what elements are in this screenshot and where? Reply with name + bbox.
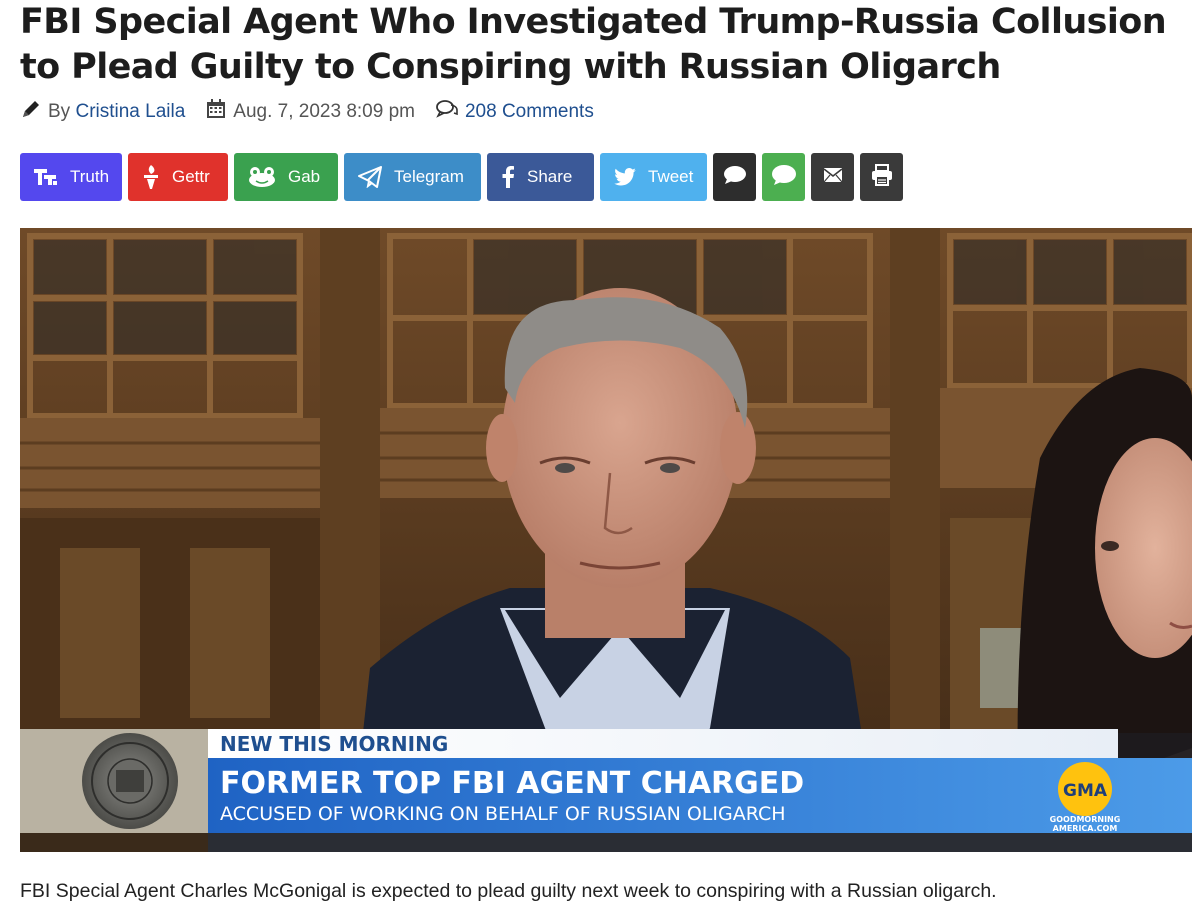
comment-share-button[interactable] <box>713 153 756 201</box>
calendar-icon <box>205 98 227 126</box>
lower-third-subline: ACCUSED OF WORKING ON BEHALF OF RUSSIAN … <box>220 803 786 825</box>
tweet-label: Tweet <box>648 167 694 186</box>
twitter-share-button[interactable]: Tweet <box>600 153 707 201</box>
article-lead-paragraph: FBI Special Agent Charles McGonigal is e… <box>20 880 997 902</box>
gab-label: Gab <box>288 167 321 186</box>
truth-label: Truth <box>70 167 110 186</box>
gma-logo-sub1: GOODMORNING <box>1050 815 1121 824</box>
sms-share-button[interactable] <box>762 153 805 201</box>
truth-share-button[interactable]: Truth <box>20 153 122 201</box>
speech-bubble-icon <box>723 165 747 190</box>
by-label: By <box>48 101 71 122</box>
article-headline: FBI Special Agent Who Investigated Trump… <box>20 2 1167 87</box>
telegram-icon <box>358 166 382 188</box>
publish-date: Aug. 7, 2023 8:09 pm <box>233 101 415 122</box>
telegram-label: Telegram <box>394 167 464 186</box>
email-share-button[interactable] <box>811 153 854 201</box>
news-photo: NEW THIS MORNING FORMER TOP FBI AGENT CH… <box>20 228 1192 852</box>
facebook-share-button[interactable]: Share <box>487 153 594 201</box>
sms-icon <box>771 164 797 191</box>
print-icon <box>871 163 893 191</box>
article-meta: By Cristina Laila Aug. 7, 2023 8:09 pm 2… <box>20 98 594 126</box>
print-share-button[interactable] <box>860 153 903 201</box>
gma-logo-sub2: AMERICA.COM <box>1053 824 1118 833</box>
gettr-icon <box>142 164 160 190</box>
gab-frog-icon <box>248 166 276 188</box>
gettr-label: Gettr <box>172 167 210 186</box>
telegram-share-button[interactable]: Telegram <box>344 153 481 201</box>
gma-logo-text: GMA <box>1063 781 1108 801</box>
author-link[interactable]: Cristina Laila <box>75 101 185 123</box>
email-icon <box>823 167 843 188</box>
truth-social-icon <box>34 167 58 187</box>
lower-third-kicker: NEW THIS MORNING <box>220 732 448 756</box>
comments-icon <box>435 99 459 125</box>
facebook-icon <box>501 166 515 188</box>
gab-share-button[interactable]: Gab <box>234 153 338 201</box>
comments-link[interactable]: 208 Comments <box>465 101 594 123</box>
pencil-icon <box>20 98 42 126</box>
share-bar: Truth Gettr Gab Telegram Share Tweet <box>20 153 903 201</box>
hero-image: NEW THIS MORNING FORMER TOP FBI AGENT CH… <box>20 228 1192 852</box>
lower-third-headline: FORMER TOP FBI AGENT CHARGED <box>220 766 804 801</box>
gettr-share-button[interactable]: Gettr <box>128 153 228 201</box>
twitter-icon <box>614 168 636 186</box>
facebook-share-label: Share <box>527 167 573 186</box>
